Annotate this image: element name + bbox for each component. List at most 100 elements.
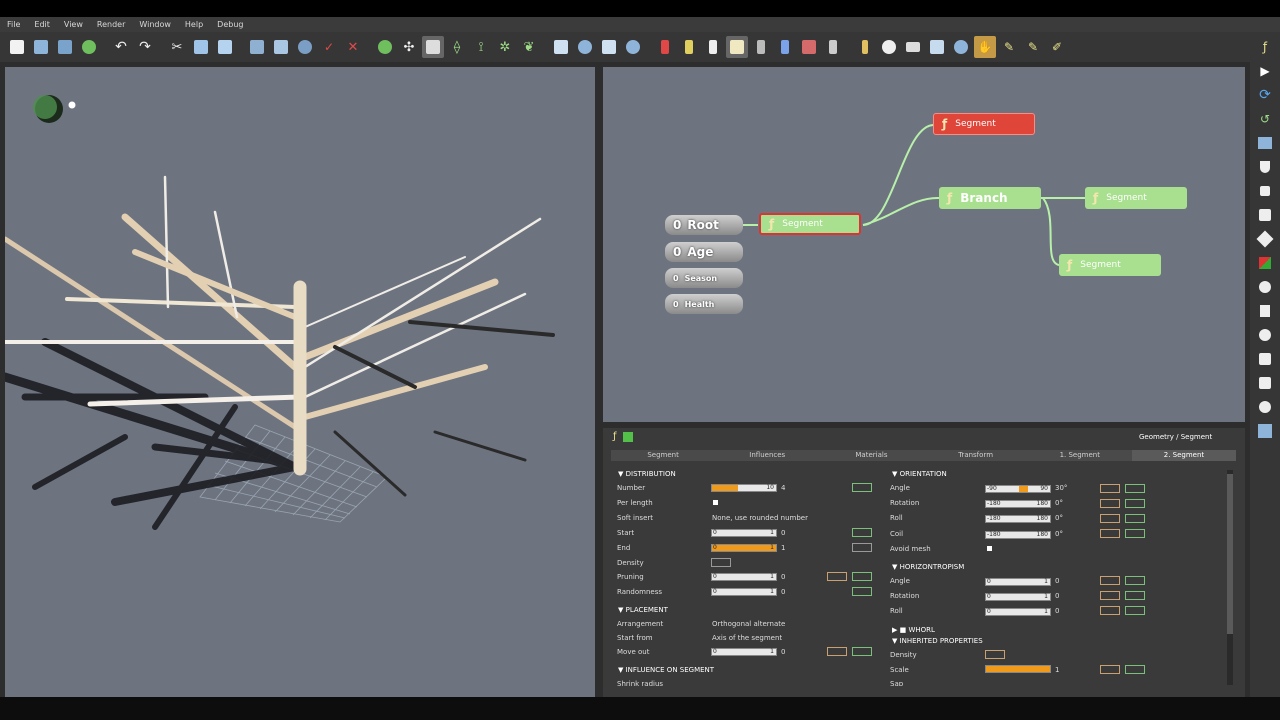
h-rotation-curve-swatch-2[interactable] bbox=[1125, 591, 1145, 600]
inherited-section[interactable]: ▼ INHERITED PROPERTIES bbox=[892, 637, 983, 645]
copy-icon[interactable] bbox=[190, 36, 212, 58]
menu-window[interactable]: Window bbox=[132, 20, 178, 29]
compass-icon[interactable] bbox=[878, 36, 900, 58]
move-out-slider[interactable]: 0 1 bbox=[711, 648, 777, 656]
coil-slider[interactable]: -180 180 bbox=[985, 531, 1051, 539]
number-slider[interactable]: 10 bbox=[711, 484, 777, 492]
color-icon[interactable] bbox=[1256, 254, 1274, 272]
pruning-curve-swatch-1[interactable] bbox=[827, 572, 847, 581]
sphere-icon[interactable] bbox=[1256, 278, 1274, 296]
angle-curve-swatch-2[interactable] bbox=[1125, 484, 1145, 493]
curve-tool-icon[interactable]: ƒ bbox=[1256, 38, 1274, 56]
battery-icon[interactable] bbox=[822, 36, 844, 58]
scale-curve-swatch-1[interactable] bbox=[1100, 665, 1120, 674]
camera-icon[interactable] bbox=[902, 36, 924, 58]
rotation-slider[interactable]: -180 180 bbox=[985, 500, 1051, 508]
root-input-node[interactable]: 0 Root bbox=[665, 215, 743, 235]
h-roll-slider[interactable]: 0 1 bbox=[985, 608, 1051, 616]
tab-1-segment[interactable]: 1. Segment bbox=[1028, 450, 1132, 461]
segment-node-mid[interactable]: ƒ Segment bbox=[759, 213, 861, 235]
roll-curve-swatch-1[interactable] bbox=[1100, 514, 1120, 523]
cut-icon[interactable]: ✂ bbox=[166, 36, 188, 58]
layer-1-icon[interactable] bbox=[550, 36, 572, 58]
ruler-icon[interactable] bbox=[854, 36, 876, 58]
wind-icon[interactable] bbox=[798, 36, 820, 58]
refresh-icon[interactable] bbox=[78, 36, 100, 58]
orientation-section[interactable]: ▼ ORIENTATION bbox=[892, 470, 947, 478]
close-icon[interactable]: ✕ bbox=[342, 36, 364, 58]
tag-icon[interactable] bbox=[1256, 374, 1274, 392]
end-slider[interactable]: 0 1 bbox=[711, 544, 777, 552]
3d-viewport[interactable] bbox=[0, 67, 595, 697]
cloud-icon[interactable] bbox=[950, 36, 972, 58]
pen-icon[interactable] bbox=[1256, 302, 1274, 320]
branch-tool-1-icon[interactable]: ⟠ bbox=[446, 36, 468, 58]
menu-view[interactable]: View bbox=[57, 20, 90, 29]
wave-icon[interactable] bbox=[1256, 350, 1274, 368]
angle-curve-swatch-1[interactable] bbox=[1100, 484, 1120, 493]
whorl-section[interactable]: ▶ ■ WHORL bbox=[892, 626, 935, 634]
move-out-curve-swatch-1[interactable] bbox=[827, 647, 847, 656]
h-rotation-slider[interactable]: 0 1 bbox=[985, 593, 1051, 601]
cylinder-blue-icon[interactable] bbox=[774, 36, 796, 58]
inherited-density-swatch[interactable] bbox=[985, 650, 1005, 659]
menu-debug[interactable]: Debug bbox=[210, 20, 250, 29]
node-graph[interactable]: ƒ Segment ƒ Segment ƒ Branch ƒ Segment ƒ… bbox=[603, 67, 1245, 422]
target-icon[interactable] bbox=[1256, 326, 1274, 344]
menu-help[interactable]: Help bbox=[178, 20, 210, 29]
avoid-mesh-checkbox[interactable] bbox=[987, 546, 992, 551]
layer-add-2-icon[interactable] bbox=[622, 36, 644, 58]
rotate-icon[interactable]: ⟳ bbox=[1256, 86, 1274, 104]
save-icon[interactable] bbox=[54, 36, 76, 58]
rotation-curve-swatch-1[interactable] bbox=[1100, 499, 1120, 508]
paste-icon[interactable] bbox=[214, 36, 236, 58]
pencil-3-icon[interactable]: ✐ bbox=[1046, 36, 1068, 58]
menu-render[interactable]: Render bbox=[90, 20, 132, 29]
h-roll-curve-swatch-2[interactable] bbox=[1125, 606, 1145, 615]
new-file-icon[interactable] bbox=[6, 36, 28, 58]
branch-tool-2-icon[interactable]: ⟟ bbox=[470, 36, 492, 58]
move-icon[interactable] bbox=[1256, 230, 1274, 248]
open-folder-icon[interactable] bbox=[30, 36, 52, 58]
end-curve-swatch[interactable] bbox=[852, 543, 872, 552]
randomness-curve-swatch[interactable] bbox=[852, 587, 872, 596]
pruning-slider[interactable]: 0 1 bbox=[711, 573, 777, 581]
tab-influences[interactable]: Influences bbox=[715, 450, 819, 461]
shield-icon[interactable] bbox=[1256, 158, 1274, 176]
layer-add-1-icon[interactable] bbox=[574, 36, 596, 58]
grid-icon[interactable] bbox=[422, 36, 444, 58]
segment-node-lower[interactable]: ƒ Segment bbox=[1059, 254, 1161, 276]
leaf-tool-icon[interactable]: ❦ bbox=[518, 36, 540, 58]
pencil-1-icon[interactable]: ✎ bbox=[998, 36, 1020, 58]
pruning-curve-swatch-2[interactable] bbox=[852, 572, 872, 581]
horizontropism-section[interactable]: ▼ HORIZONTROPISM bbox=[892, 563, 964, 571]
influence-section[interactable]: ▼ INFLUENCE ON SEGMENT bbox=[618, 666, 714, 674]
tab-2-segment[interactable]: 2. Segment bbox=[1131, 450, 1237, 461]
distribution-section[interactable]: ▼ DISTRIBUTION bbox=[618, 470, 676, 478]
dial-icon[interactable] bbox=[1256, 398, 1274, 416]
box-icon[interactable] bbox=[926, 36, 948, 58]
rotation-curve-swatch-2[interactable] bbox=[1125, 499, 1145, 508]
start-curve-swatch[interactable] bbox=[852, 528, 872, 537]
hand-tool-icon[interactable]: ✋ bbox=[974, 36, 996, 58]
export-icon[interactable] bbox=[1256, 134, 1274, 152]
season-input-node[interactable]: 0 Season bbox=[665, 268, 743, 288]
menu-file[interactable]: File bbox=[0, 20, 27, 29]
h-angle-curve-swatch-2[interactable] bbox=[1125, 576, 1145, 585]
properties-scrollbar[interactable] bbox=[1227, 470, 1233, 685]
move-out-curve-swatch-2[interactable] bbox=[852, 647, 872, 656]
h-angle-curve-swatch-1[interactable] bbox=[1100, 576, 1120, 585]
age-input-node[interactable]: 0 Age bbox=[665, 242, 743, 262]
spiral-icon[interactable]: ↺ bbox=[1256, 110, 1274, 128]
angle-slider[interactable]: -90 90 bbox=[985, 485, 1051, 493]
check-icon[interactable]: ✓ bbox=[318, 36, 340, 58]
pencil-2-icon[interactable]: ✎ bbox=[1022, 36, 1044, 58]
arrangement-select[interactable]: Orthogonal alternate bbox=[712, 620, 785, 628]
coil-curve-swatch-2[interactable] bbox=[1125, 529, 1145, 538]
stack-icon[interactable] bbox=[750, 36, 772, 58]
cylinder-red-icon[interactable] bbox=[654, 36, 676, 58]
branch-node[interactable]: ƒ Branch bbox=[939, 187, 1041, 209]
cylinder-white-icon[interactable] bbox=[702, 36, 724, 58]
randomness-slider[interactable]: 0 1 bbox=[711, 588, 777, 596]
density-swatch[interactable] bbox=[711, 558, 731, 567]
